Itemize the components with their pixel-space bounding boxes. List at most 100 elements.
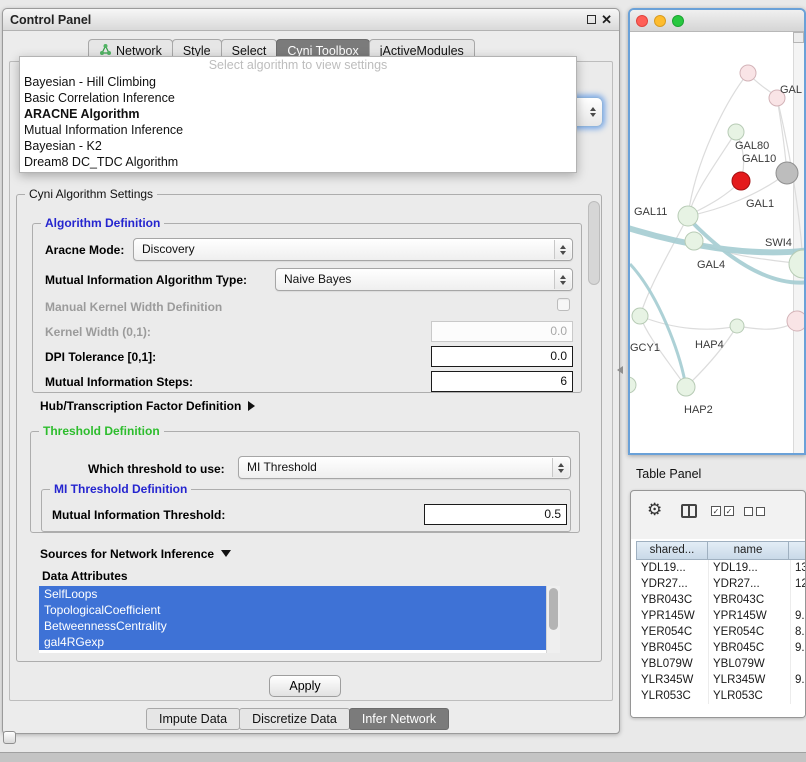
zoom-button[interactable] [672,15,684,27]
column-header[interactable]: name [707,541,789,560]
kernel-width-field[interactable]: 0.0 [431,321,573,342]
cell: YLR053C [637,688,709,704]
list-item[interactable]: gal4RGexp [39,634,546,650]
algorithm-option[interactable]: Bayesian - K2 [20,138,576,154]
list-item[interactable]: TopologicalCoefficient [39,602,546,618]
network-node[interactable] [632,308,648,324]
group-title: Threshold Definition [39,424,164,439]
group-title: Cyni Algorithm Settings [25,187,157,202]
algorithm-option[interactable]: Bayesian - Hill Climbing [20,74,576,90]
network-node[interactable] [678,206,698,226]
network-node[interactable] [787,311,804,331]
group-title: Algorithm Definition [41,216,164,231]
dpi-tolerance-field[interactable]: 0.0 [431,346,573,367]
network-window-titlebar[interactable] [630,10,804,32]
table-row[interactable]: YBL079WYBL079W [637,656,806,672]
cell: YBR045C [709,640,791,656]
checkbox-checked-icon: ✓ [711,506,721,516]
network-node[interactable] [730,319,744,333]
list-scrollbar[interactable] [546,586,560,653]
network-node[interactable] [677,378,695,396]
sources-label: Sources for Network Inference [40,547,214,561]
panel-toggle-icon[interactable] [3,731,16,744]
cell: YBL079W [637,656,709,672]
cell: YLR345W [637,672,709,688]
node-label: SWI4 [765,237,792,249]
network-node-highlighted[interactable] [732,172,750,190]
manual-kernel-checkbox[interactable] [557,298,570,311]
kernel-width-label: Kernel Width (0,1): [45,325,151,339]
network-node[interactable] [685,232,703,250]
mi-type-label: Mutual Information Algorithm Type: [45,273,247,287]
network-node[interactable] [630,377,636,393]
hub-tf-section-toggle[interactable]: Hub/Transcription Factor Definition [40,399,255,413]
select-checked-icon[interactable]: ✓ ✓ [711,506,734,516]
tab-discretize-data[interactable]: Discretize Data [239,708,350,730]
table-row[interactable]: YLR053CYLR053C [637,688,806,704]
control-panel-window: Control Panel ✕ Network Style Select Cyn… [2,8,620,734]
table-row[interactable]: YPR145WYPR145W9. [637,608,806,624]
which-threshold-select[interactable]: MI Threshold [238,456,571,479]
aracne-mode-select[interactable]: Discovery [133,238,573,261]
column-header[interactable]: shared... [636,541,708,560]
which-threshold-label: Which threshold to use: [88,462,225,476]
selected-value: MI Threshold [247,460,317,474]
cell: 9. [791,672,806,688]
scrollbar-thumb[interactable] [549,588,558,630]
list-item[interactable]: SelfLoops [39,586,546,602]
mi-threshold-label: Mutual Information Threshold: [52,508,225,522]
algorithm-option[interactable]: Basic Correlation Inference [20,90,576,106]
sources-section-toggle[interactable]: Sources for Network Inference [40,547,231,561]
list-item[interactable]: BetweennessCentrality [39,618,546,634]
minimize-button[interactable] [654,15,666,27]
control-panel-titlebar[interactable]: Control Panel ✕ [3,9,619,31]
network-node[interactable] [728,124,744,140]
node-label: HAP2 [684,404,713,416]
select-unchecked-icon[interactable] [744,507,765,516]
cell: YBL079W [709,656,791,672]
hub-tf-label: Hub/Transcription Factor Definition [40,399,241,413]
algorithm-option[interactable]: Mutual Information Inference [20,122,576,138]
algorithm-definition-group: Algorithm Definition Aracne Mode: Discov… [32,223,582,393]
algorithm-option-highlighted[interactable]: ARACNE Algorithm [20,106,576,122]
algorithm-option[interactable]: Dream8 DC_TDC Algorithm [20,154,576,170]
close-button[interactable] [636,15,648,27]
table-row[interactable]: YDL19...YDL19...13 [637,560,806,576]
table-row[interactable]: YBR043CYBR043C [637,592,806,608]
node-label: GAL4 [697,259,725,271]
table-toolbar: ⚙ ✓ ✓ [631,491,805,539]
popup-placeholder: Select algorithm to view settings [20,57,576,74]
network-canvas[interactable]: GAL GAL80 GAL10 GAL11 GAL1 SWI4 GAL4 GCY… [630,32,804,453]
table-row[interactable]: YLR345WYLR345W9. [637,672,806,688]
mi-threshold-field[interactable]: 0.5 [424,504,567,525]
node-table: shared... name YDL19...YDL19...13 YDR27.… [631,539,806,717]
tab-infer-network[interactable]: Infer Network [349,708,449,730]
cyni-algorithm-settings-group: Cyni Algorithm Settings Algorithm Defini… [16,194,602,662]
settings-scrollbar[interactable] [588,201,600,285]
node-label: GAL11 [634,206,667,218]
gear-icon[interactable]: ⚙ [647,500,662,520]
cell: YPR145W [709,608,791,624]
network-view-window: GAL GAL80 GAL10 GAL11 GAL1 SWI4 GAL4 GCY… [628,8,806,455]
columns-icon[interactable] [681,504,697,518]
apply-button[interactable]: Apply [269,675,341,697]
table-row[interactable]: YER054CYER054C8. [637,624,806,640]
data-attributes-list: SelfLoops TopologicalCoefficient Between… [39,586,560,653]
cell: YDR27... [637,576,709,592]
cell: YLR345W [709,672,791,688]
float-window-icon[interactable] [587,15,596,24]
mi-type-select[interactable]: Naive Bayes [275,268,573,291]
table-row[interactable]: YDR27...YDR27...12 [637,576,806,592]
mi-steps-field[interactable]: 6 [431,371,573,392]
table-row[interactable]: YBR045CYBR045C9. [637,640,806,656]
close-icon[interactable]: ✕ [601,12,612,27]
combo-arrows-icon [554,270,571,289]
network-node[interactable] [740,65,756,81]
cell: YDL19... [709,560,791,576]
checkbox-empty-icon [744,507,753,516]
checkbox-empty-icon [756,507,765,516]
tab-impute-data[interactable]: Impute Data [146,708,240,730]
column-header[interactable] [788,541,806,560]
splitter-collapse-icon[interactable] [617,366,623,374]
network-node-selected[interactable] [776,162,798,184]
